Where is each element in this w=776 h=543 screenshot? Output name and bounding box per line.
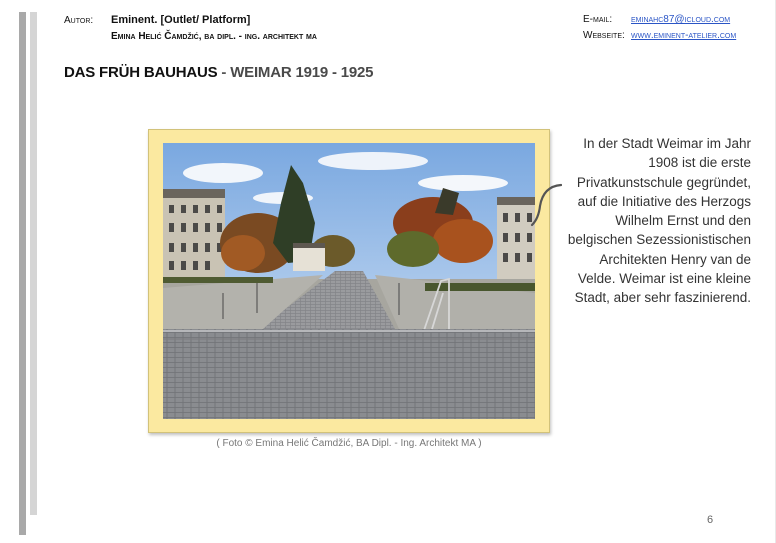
title-separator: - [217, 64, 231, 81]
web-label: Webseite: [583, 30, 625, 41]
page-title: DAS FRÜH BAUHAUS - WEIMAR 1919 - 1925 [64, 64, 374, 81]
callout-connector [530, 183, 562, 227]
page-number: 6 [707, 514, 714, 526]
document-page: Autor: Eminent. [Outlet/ Platform] Emina… [0, 0, 776, 543]
author-subtitle: Emina Helić Čamdžić, ba dipl. - ing. arc… [111, 31, 317, 42]
title-part-1: DAS FRÜH BAUHAUS [64, 64, 218, 81]
left-margin-bar-dark [19, 12, 26, 535]
author-label: Autor: [64, 15, 94, 26]
author-name: Eminent. [Outlet/ Platform] [111, 14, 251, 26]
website-link[interactable]: www.eminent-atelier.com [631, 28, 736, 44]
header-author-block: Autor: Eminent. [Outlet/ Platform] Emina… [64, 12, 317, 45]
body-paragraph: In der Stadt Weimar im Jahr 1908 ist die… [567, 136, 751, 306]
header-contact-block: E-mail: eminahc87@icloud.com Webseite: w… [583, 12, 736, 44]
email-label: E-mail: [583, 14, 613, 25]
photo-caption: ( Foto © Emina Helić Čamdžić, BA Dipl. -… [216, 438, 482, 449]
street-photo [163, 143, 535, 419]
left-margin-bar-light [30, 12, 37, 515]
title-part-2: WEIMAR 1919 - 1925 [230, 64, 374, 81]
email-link[interactable]: eminahc87@icloud.com [631, 12, 730, 28]
